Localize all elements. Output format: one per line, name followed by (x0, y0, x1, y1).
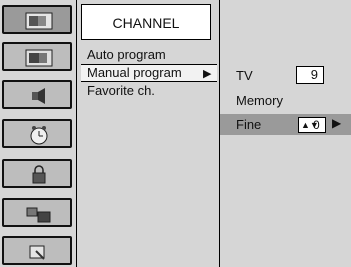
fine-label: Fine (236, 117, 262, 132)
memory-label[interactable]: Memory (236, 93, 283, 108)
sidebar (0, 0, 77, 267)
sidebar-item-screen[interactable] (2, 198, 72, 227)
chevron-right-icon: ▶ (203, 68, 212, 80)
screen-layout-icon (26, 207, 51, 223)
menu-item-favorite-channel[interactable]: Favorite ch. (87, 83, 155, 99)
sidebar-item-option[interactable] (2, 236, 72, 265)
fine-row[interactable]: Fine ▲▼ 0 ▶ (220, 114, 351, 135)
sidebar-item-sound[interactable] (2, 80, 72, 109)
sidebar-item-picture[interactable] (2, 42, 72, 71)
settings-icon (29, 245, 45, 260)
sidebar-item-time[interactable] (2, 119, 72, 148)
menu-item-auto-program[interactable]: Auto program (87, 47, 166, 63)
manual-program-panel: TV 9 Memory Fine ▲▼ 0 ▶ (220, 0, 351, 267)
sidebar-item-channel[interactable] (2, 5, 72, 34)
picture-icon (25, 49, 53, 67)
speaker-icon (32, 88, 45, 104)
sidebar-item-lock[interactable] (2, 159, 72, 188)
menu-title: CHANNEL (81, 4, 211, 40)
tv-channel-field[interactable]: 9 (296, 66, 324, 84)
fine-value: 0 (313, 118, 320, 132)
channel-menu: CHANNEL Auto program Manual program ▶ Fa… (77, 0, 220, 267)
tv-label: TV (236, 68, 253, 83)
clock-icon (30, 126, 48, 145)
lock-icon (32, 165, 46, 184)
tv-screen-icon (25, 12, 53, 30)
chevron-right-icon: ▶ (332, 116, 342, 130)
menu-item-label: Manual program (87, 65, 182, 80)
fine-value-field[interactable]: ▲▼ 0 (298, 117, 326, 133)
menu-item-manual-program[interactable]: Manual program ▶ (81, 64, 217, 82)
